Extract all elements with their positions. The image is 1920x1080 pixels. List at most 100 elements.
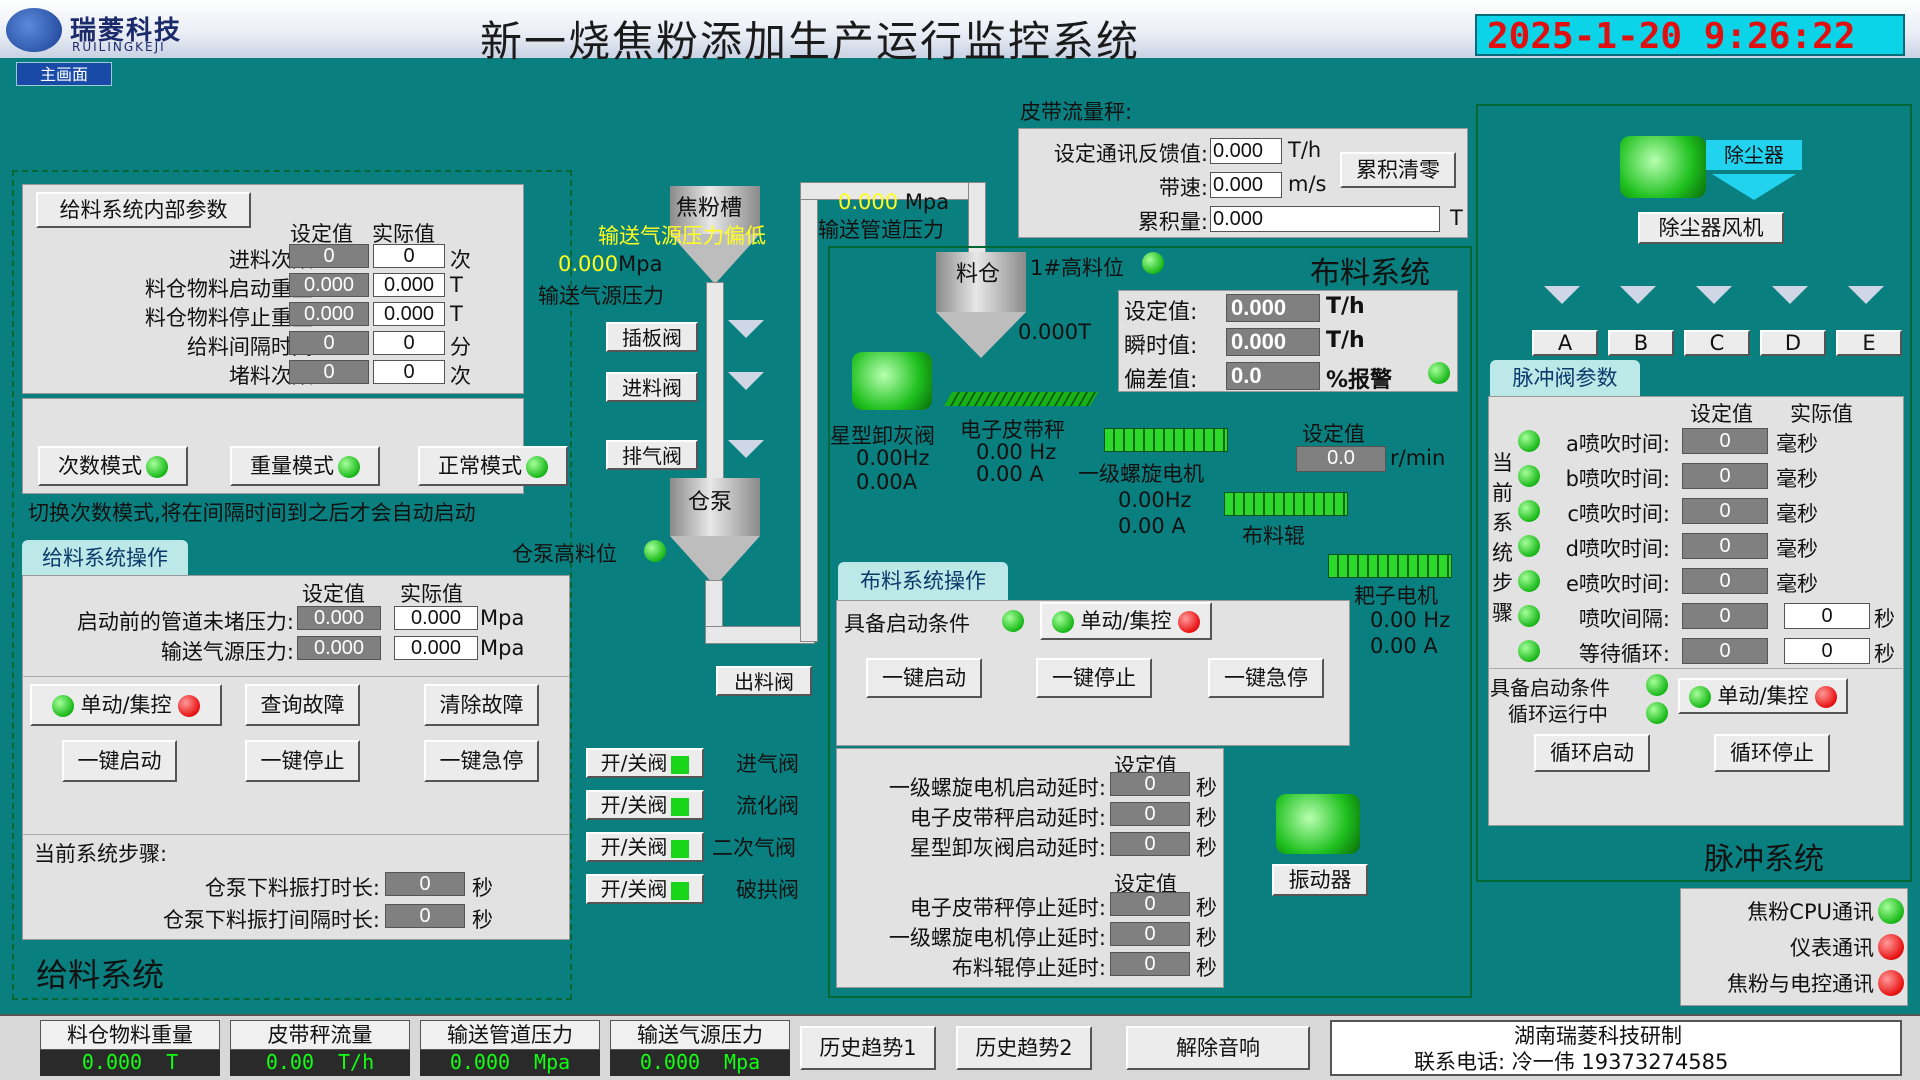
ops-row-act: 0.000 <box>394 636 478 660</box>
cloth-bin-weight: 0.000T <box>1018 320 1091 344</box>
ops-row-set[interactable]: 0.000 <box>297 636 381 660</box>
cloth-mode-toggle-button[interactable]: 单动/集控 <box>1040 602 1212 640</box>
pulse-valve-button[interactable]: C <box>1684 330 1750 356</box>
harrow-motor-hz: 0.00 Hz <box>1370 608 1451 632</box>
gas-pressure-unit: Mpa <box>618 252 663 276</box>
ops-row-set[interactable]: 0.000 <box>297 606 381 630</box>
pulse-mode-toggle-button[interactable]: 单动/集控 <box>1678 678 1848 714</box>
feed-param-set[interactable]: 0 <box>289 244 369 268</box>
cloth-estop-button[interactable]: 一键急停 <box>1208 658 1324 698</box>
cycle-start-button[interactable]: 循环启动 <box>1534 734 1650 772</box>
feed-param-unit: 次 <box>450 248 471 272</box>
pulse-row-label: d喷吹时间: <box>1565 537 1670 561</box>
mute-alarm-button[interactable]: 解除音响 <box>1126 1026 1310 1070</box>
company-contact: 联系电话: 冷一伟 19373274585 <box>1414 1050 1729 1074</box>
vibrator-button[interactable]: 振动器 <box>1272 864 1368 896</box>
pulse-valve-button[interactable]: A <box>1532 330 1598 356</box>
feed-ops-title: 给料系统操作 <box>22 540 188 576</box>
bottom-value-num: 0.000 <box>449 1050 511 1074</box>
delay-value[interactable]: 0 <box>1110 772 1190 796</box>
bottom-value-unit: T <box>166 1050 179 1074</box>
mode-button[interactable]: 重量模式 <box>230 446 380 486</box>
delay-value[interactable]: 0 <box>1110 802 1190 826</box>
pulse-row-set[interactable]: 0 <box>1682 638 1768 664</box>
valve-status-icon <box>671 881 690 900</box>
mode-button[interactable]: 正常模式 <box>418 446 568 486</box>
pulse-row-set[interactable]: 0 <box>1682 463 1768 489</box>
cloth-rate-value: 0.000 <box>1226 294 1320 322</box>
pulse-row-set[interactable]: 0 <box>1682 533 1768 559</box>
pulse-valve-button[interactable]: B <box>1608 330 1674 356</box>
feed-estop-button[interactable]: 一键急停 <box>424 740 539 782</box>
cloth-stop-button[interactable]: 一键停止 <box>1036 658 1152 698</box>
mode-label: 正常模式 <box>438 454 522 478</box>
pump-cone <box>670 536 760 586</box>
vib-row-value[interactable]: 0 <box>385 904 465 928</box>
mode-button[interactable]: 次数模式 <box>38 446 188 486</box>
cumulative-clear-button[interactable]: 累积清零 <box>1340 152 1456 188</box>
plug-valve-label[interactable]: 插板阀 <box>606 322 698 352</box>
bottom-cell-value: 0.000 Mpa <box>420 1050 600 1076</box>
pulse-running-led-icon <box>1646 702 1668 724</box>
delay-value[interactable]: 0 <box>1110 892 1190 916</box>
history-trend-2-button[interactable]: 历史趋势2 <box>956 1026 1092 1070</box>
valve-status-icon <box>671 797 690 816</box>
pulse-row-set[interactable]: 0 <box>1682 603 1768 629</box>
query-fault-button[interactable]: 查询故障 <box>245 684 360 726</box>
valve-toggle-button[interactable]: 开/关阀 <box>586 790 704 820</box>
belt-scale-hz: 0.00 Hz <box>976 440 1057 464</box>
speed-set-value[interactable]: 0.0 <box>1296 446 1386 472</box>
pulse-valve-button[interactable]: D <box>1760 330 1826 356</box>
pump-high-label: 仓泵高料位 <box>512 542 617 566</box>
high-level-label: 1#高料位 <box>1030 256 1124 280</box>
valve-toggle-label: 开/关阀 <box>600 877 668 901</box>
feed-stop-button[interactable]: 一键停止 <box>245 740 360 782</box>
feed-mode-toggle-button[interactable]: 单动/集控 <box>30 684 222 726</box>
pipe-pressure-unit: Mpa <box>904 190 950 214</box>
pulse-col-act: 实际值 <box>1790 402 1853 426</box>
exhaust-valve-label[interactable]: 排气阀 <box>606 440 698 470</box>
pulse-valve-button[interactable]: E <box>1836 330 1902 356</box>
feed-param-set[interactable]: 0.000 <box>289 273 369 297</box>
dust-fan-button[interactable]: 除尘器风机 <box>1638 212 1784 244</box>
valve-toggle-button[interactable]: 开/关阀 <box>586 748 704 778</box>
history-trend-1-button[interactable]: 历史趋势1 <box>800 1026 936 1070</box>
delay-label: 电子皮带秤启动延时: <box>909 806 1106 830</box>
delay-value[interactable]: 0 <box>1110 922 1190 946</box>
pulse-row-set[interactable]: 0 <box>1682 568 1768 594</box>
delay-value[interactable]: 0 <box>1110 952 1190 976</box>
main-screen-button[interactable]: 主画面 <box>16 62 112 86</box>
pulse-row-set[interactable]: 0 <box>1682 498 1768 524</box>
delay-label: 布料辊停止延时: <box>951 956 1106 980</box>
ops-col-act: 实际值 <box>400 582 463 606</box>
bottom-value-unit: Mpa <box>724 1050 761 1074</box>
pulse-divider <box>1488 668 1904 669</box>
harrow-motor-a: 0.00 A <box>1370 634 1438 658</box>
dust-fan-icon <box>1620 136 1706 198</box>
feed-param-label: 堵料次数: <box>228 364 320 388</box>
delay-label: 一级螺旋电机启动延时: <box>888 776 1106 800</box>
delay-value[interactable]: 0 <box>1110 832 1190 856</box>
outlet-valve-label[interactable]: 出料阀 <box>716 666 812 696</box>
harrow-motor-label: 耙子电机 <box>1354 584 1438 608</box>
belt-row-value: 0.000 <box>1210 172 1282 198</box>
delay-label: 电子皮带秤停止延时: <box>909 896 1106 920</box>
inlet-valve-label[interactable]: 进料阀 <box>606 372 698 402</box>
feed-params-title: 给料系统内部参数 <box>36 192 251 228</box>
return-pipe-bottom <box>705 626 815 644</box>
bottom-cell-value: 0.000 T <box>40 1050 220 1076</box>
feed-param-unit: T <box>450 302 463 326</box>
feed-param-set[interactable]: 0 <box>289 360 369 384</box>
feed-param-set[interactable]: 0 <box>289 331 369 355</box>
cycle-stop-button[interactable]: 循环停止 <box>1714 734 1830 772</box>
feed-param-set[interactable]: 0.000 <box>289 302 369 326</box>
feed-start-button[interactable]: 一键启动 <box>62 740 177 782</box>
valve-toggle-button[interactable]: 开/关阀 <box>586 874 704 904</box>
star-valve-motor-icon <box>852 352 932 410</box>
cloth-start-button[interactable]: 一键启动 <box>866 658 982 698</box>
cloth-bin-cone <box>936 312 1026 358</box>
pulse-row-set[interactable]: 0 <box>1682 428 1768 454</box>
valve-toggle-button[interactable]: 开/关阀 <box>586 832 704 862</box>
clear-fault-button[interactable]: 清除故障 <box>424 684 539 726</box>
vib-row-value[interactable]: 0 <box>385 872 465 896</box>
